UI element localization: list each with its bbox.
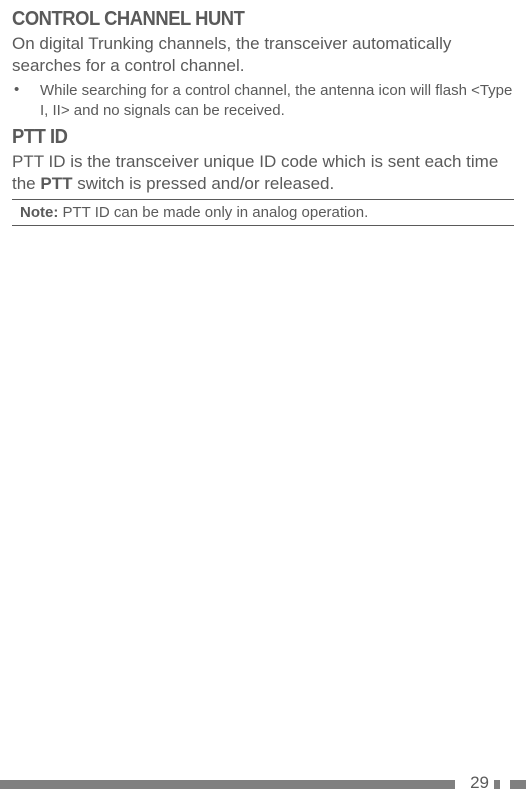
section-control-channel-hunt: CONTROL CHANNEL HUNT On digital Trunking… [12,8,514,120]
note-text: PTT ID can be made only in analog operat… [58,204,368,221]
bullet-text: While searching for a control channel, t… [40,81,514,120]
note-box: Note: PTT ID can be made only in analog … [12,199,514,226]
footer-tick-2 [510,780,526,789]
page-number: 29 [470,773,489,793]
heading-control-channel-hunt: CONTROL CHANNEL HUNT [12,8,474,31]
bullet-marker: • [12,81,40,120]
footer-tick-1 [494,780,500,789]
heading-ptt-id: PTT ID [12,126,474,149]
bullet-item: • While searching for a control channel,… [12,81,514,120]
page-footer: 29 [0,775,526,793]
ptt-text-post: switch is pressed and/or released. [72,174,334,193]
ptt-bold: PTT [40,174,72,193]
paragraph-ptt-id: PTT ID is the transceiver unique ID code… [12,151,514,195]
paragraph-control-channel-hunt: On digital Trunking channels, the transc… [12,33,514,77]
note-label: Note: [20,204,58,221]
section-ptt-id: PTT ID PTT ID is the transceiver unique … [12,126,514,226]
page-content: CONTROL CHANNEL HUNT On digital Trunking… [0,0,526,226]
footer-bar [0,780,455,789]
